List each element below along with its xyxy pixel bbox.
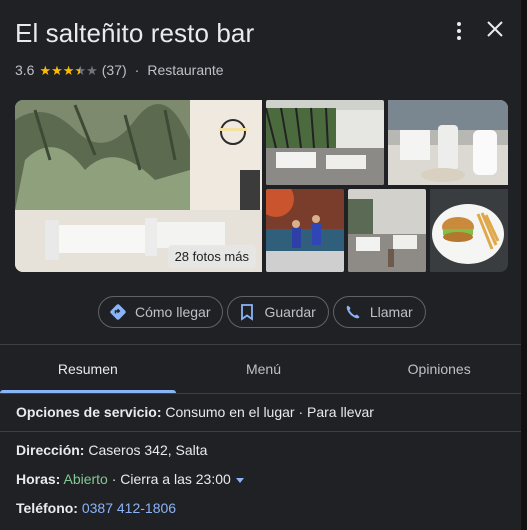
- drinks-image: [388, 100, 508, 185]
- tab-reviews[interactable]: Opiniones: [351, 345, 527, 393]
- hall-image: [348, 189, 426, 272]
- place-panel: El salteñito resto bar 3.6 ★ ★ ★ ★ ★ (37…: [0, 0, 527, 530]
- reviews-count[interactable]: (37): [102, 62, 127, 78]
- tab-summary[interactable]: Resumen: [0, 345, 176, 393]
- dining-room-image: [266, 100, 384, 185]
- half-star-icon: ★: [74, 62, 87, 78]
- rating-row: 3.6 ★ ★ ★ ★ ★ (37) · Restaurante: [15, 61, 224, 79]
- phone-row: Teléfono: 0387 412-1806: [16, 500, 176, 516]
- call-label: Llamar: [369, 304, 413, 320]
- burger-image: [430, 189, 508, 272]
- tab-bar: Resumen Menú Opiniones: [0, 345, 527, 393]
- save-button[interactable]: Guardar: [227, 296, 329, 328]
- phone-number-link[interactable]: 0387 412-1806: [82, 500, 176, 516]
- main-photo[interactable]: 28 fotos más: [15, 100, 262, 272]
- bookmark-icon: [241, 304, 254, 321]
- photo-hall[interactable]: [348, 189, 426, 272]
- tab-menu[interactable]: Menú: [176, 345, 352, 393]
- directions-label: Cómo llegar: [135, 304, 211, 320]
- empty-star-icon: ★: [86, 62, 98, 78]
- phone-label: Teléfono:: [16, 500, 78, 516]
- star-icon: ★: [51, 62, 63, 78]
- rating-stars[interactable]: ★ ★ ★ ★ ★: [39, 64, 97, 77]
- photo-dancers[interactable]: [266, 189, 344, 272]
- address-label: Dirección:: [16, 442, 85, 458]
- place-title: El salteñito resto bar: [15, 18, 255, 48]
- divider: [0, 431, 527, 432]
- save-label: Guardar: [264, 304, 316, 320]
- photo-dining-room[interactable]: [266, 100, 384, 185]
- divider: [0, 393, 527, 394]
- service-options: Opciones de servicio: Consumo en el luga…: [16, 404, 374, 420]
- phone-icon: [346, 305, 360, 319]
- service-options-value: Consumo en el lugar · Para llevar: [165, 404, 374, 420]
- address-row: Dirección: Caseros 342, Salta: [16, 442, 207, 458]
- more-options-button[interactable]: [448, 20, 470, 42]
- more-photos-badge[interactable]: 28 fotos más: [167, 245, 256, 268]
- directions-button[interactable]: Cómo llegar: [98, 296, 224, 328]
- directions-icon: [110, 304, 126, 320]
- rating-value: 3.6: [15, 62, 35, 78]
- place-category[interactable]: Restaurante: [147, 62, 223, 78]
- separator: ·: [134, 62, 140, 78]
- star-icon: ★: [39, 62, 52, 78]
- action-buttons: Cómo llegar Guardar Llamar: [98, 296, 426, 328]
- address-value[interactable]: Caseros 342, Salta: [88, 442, 207, 458]
- hours-status: Abierto: [63, 471, 108, 487]
- photo-burger[interactable]: [430, 189, 508, 272]
- dropdown-arrow-icon[interactable]: [235, 477, 244, 483]
- call-button[interactable]: Llamar: [332, 296, 426, 328]
- close-icon: [487, 21, 503, 37]
- map-edge: [521, 0, 527, 530]
- star-icon: ★: [62, 62, 75, 78]
- more-vert-icon: [457, 22, 461, 26]
- hours-row[interactable]: Horas: Abierto · Cierra a las 23:00: [16, 471, 244, 487]
- hours-detail: · Cierra a las 23:00: [111, 471, 231, 487]
- dancers-image: [266, 189, 344, 272]
- service-options-label: Opciones de servicio:: [16, 404, 162, 420]
- hours-label: Horas:: [16, 471, 61, 487]
- photo-drinks[interactable]: [388, 100, 508, 185]
- close-button[interactable]: [484, 18, 506, 40]
